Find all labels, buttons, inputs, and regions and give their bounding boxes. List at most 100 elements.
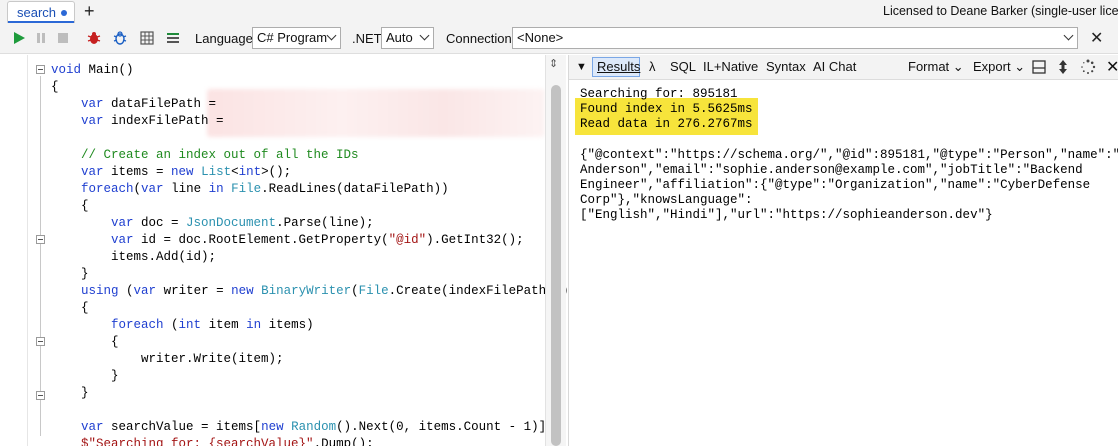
code-token: new	[171, 165, 194, 179]
tab-syntax[interactable]: Syntax	[766, 59, 806, 74]
code-token: foreach	[111, 318, 164, 332]
language-label: Language	[195, 31, 253, 46]
code-token: ().Next(0, items.Count - 1)];	[336, 420, 554, 434]
tab-results[interactable]: Results	[597, 59, 640, 74]
code-token: (	[118, 284, 134, 298]
code-token: // Create an index out of all the IDs	[81, 148, 359, 162]
tab-label: search	[17, 5, 57, 20]
editor-scrollbar-thumb[interactable]	[551, 85, 561, 446]
code-token: items =	[103, 165, 172, 179]
code-token: in	[208, 182, 224, 196]
code-token: Main()	[81, 63, 134, 77]
language-select-value: C# Program	[257, 30, 328, 45]
code-editor[interactable]: void Main(){ var dataFilePath = var inde…	[0, 55, 569, 446]
export-menu-label: Export	[973, 59, 1011, 74]
collapse-results-icon[interactable]: ▼	[576, 61, 587, 73]
dotnet-select[interactable]: Auto	[381, 27, 434, 49]
connection-select-value: <None>	[517, 30, 564, 45]
code-line: var items = new List<int>();	[51, 164, 291, 181]
stop-icon[interactable]	[55, 30, 71, 46]
code-token: writer.Write(item);	[51, 352, 284, 366]
code-token: var	[133, 284, 157, 298]
pause-icon[interactable]	[33, 30, 49, 46]
code-token: {	[51, 199, 89, 213]
code-token: new	[231, 284, 254, 298]
format-menu[interactable]: Format ⌄	[908, 59, 964, 75]
code-token: var	[111, 216, 134, 230]
fold-toggle-icon[interactable]	[36, 235, 45, 244]
editor-scrollbar[interactable]	[545, 55, 566, 446]
list-icon[interactable]	[165, 30, 181, 46]
code-token: indexFilePath =	[103, 114, 224, 128]
fold-toggle-icon[interactable]	[36, 65, 45, 74]
code-token: .ReadLines(dataFilePath))	[261, 182, 449, 196]
split-handle-icon[interactable]: ⇕	[549, 57, 558, 70]
close-icon[interactable]: ✕	[1090, 28, 1103, 48]
run-icon[interactable]	[11, 30, 27, 46]
code-token: item	[201, 318, 247, 332]
code-token: <	[231, 165, 239, 179]
code-token: JsonDocument	[186, 216, 277, 230]
language-select[interactable]: C# Program	[252, 27, 341, 49]
code-line: var doc = JsonDocument.Parse(line);	[51, 215, 374, 232]
fold-toggle-icon[interactable]	[36, 337, 45, 346]
bug-icon[interactable]	[86, 30, 102, 46]
code-line: {	[51, 334, 119, 351]
output-json-line: {"@context":"https://schema.org/","@id":…	[580, 148, 1118, 162]
tab-ai-chat[interactable]: AI Chat	[813, 59, 856, 74]
redacted-path-values	[207, 89, 545, 137]
tab-lambda[interactable]: λ	[649, 59, 656, 74]
code-token: using	[81, 284, 119, 298]
code-line: }	[51, 368, 119, 385]
code-token: var	[81, 165, 104, 179]
code-line: {	[51, 79, 59, 96]
layout-toggle-icon[interactable]	[1032, 60, 1046, 74]
chevron-down-icon	[1063, 30, 1074, 41]
code-line: using (var writer = new BinaryWriter(Fil…	[51, 283, 569, 300]
code-token: writer =	[156, 284, 232, 298]
chevron-down-icon	[326, 30, 337, 41]
tab-sql[interactable]: SQL	[670, 59, 696, 74]
code-token: (	[351, 284, 359, 298]
grid-icon[interactable]	[139, 30, 155, 46]
output-json-line: Engineer","affiliation":{"@type":"Organi…	[580, 178, 1091, 192]
connection-select[interactable]: <None>	[512, 27, 1078, 49]
output-json-line: ["English","Hindi"],"url":"https://sophi…	[580, 208, 993, 222]
fold-guide	[40, 76, 41, 436]
code-token: (	[163, 318, 179, 332]
code-token: var	[81, 97, 104, 111]
code-line: {	[51, 198, 89, 215]
tab-il-native[interactable]: IL+Native	[703, 59, 758, 74]
close-results-icon[interactable]: ✕	[1106, 57, 1118, 77]
code-token: >();	[261, 165, 292, 179]
output-json-line: Anderson","email":"sophie.anderson@examp…	[580, 163, 1083, 177]
code-line: $"Searching for: {searchValue}".Dump();	[51, 436, 374, 446]
output-searching: Searching for: 895181	[580, 87, 738, 101]
fold-toggle-icon[interactable]	[36, 391, 45, 400]
code-token: }	[51, 386, 89, 400]
code-token: "@id"	[388, 233, 427, 247]
bug-outline-icon[interactable]	[112, 30, 128, 46]
code-token: List	[201, 165, 232, 179]
tab-search[interactable]: search	[7, 1, 75, 23]
code-line: // Create an index out of all the IDs	[51, 147, 359, 164]
code-line: items.Add(id);	[51, 249, 216, 266]
export-menu[interactable]: Export ⌄	[973, 59, 1025, 75]
resize-arrows-icon[interactable]	[1058, 59, 1068, 75]
new-tab-button[interactable]: +	[84, 0, 95, 22]
output-read-data: Read data in 276.2767ms	[580, 117, 753, 131]
results-toolbar: ▼ Results λ SQL IL+Native Syntax AI Chat…	[569, 55, 1118, 80]
code-line: var searchValue = items[new Random().Nex…	[51, 419, 554, 436]
